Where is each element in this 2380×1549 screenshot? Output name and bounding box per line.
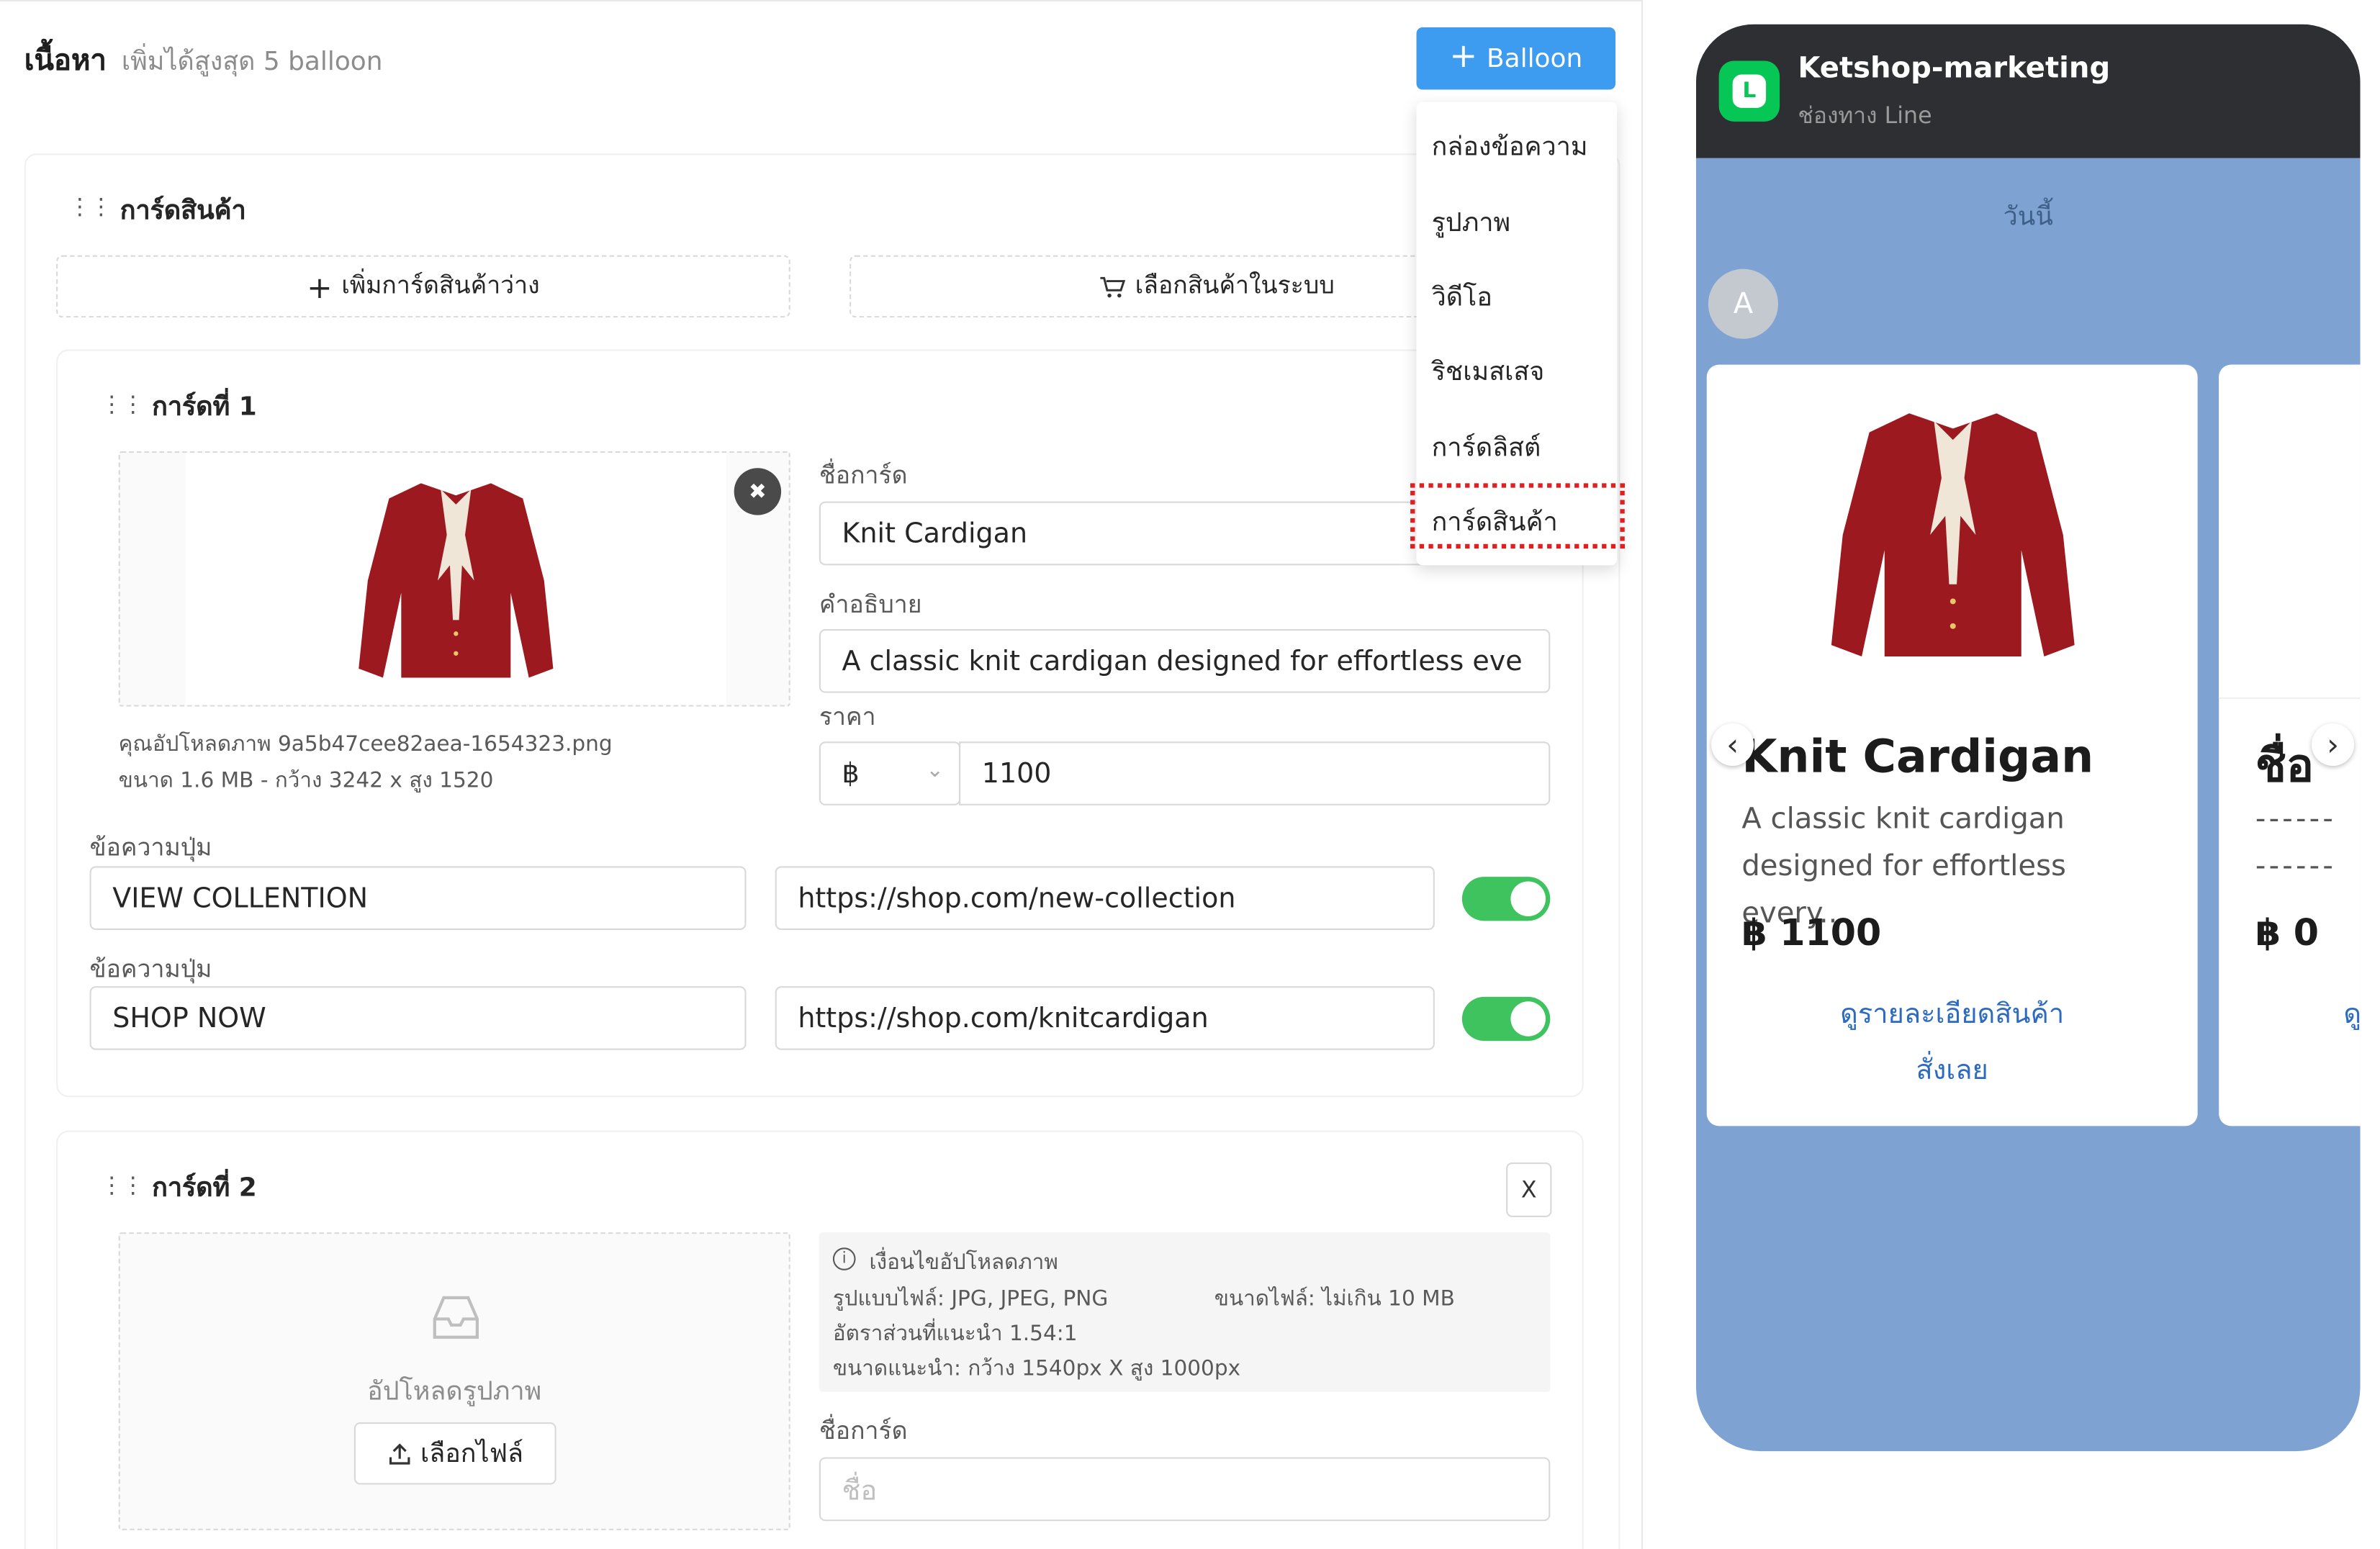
button-text-input-1[interactable]: VIEW COLLENTION	[89, 866, 747, 930]
button-url-input-1[interactable]: https://shop.com/new-collection	[775, 866, 1435, 930]
button-text-label-2: ข้อความปุ่ม	[89, 954, 212, 983]
card-2-upload-box[interactable]: อัปโหลดรูปภาพ เลือกไฟล์	[118, 1232, 790, 1530]
plus-icon: +	[307, 268, 333, 305]
cart-icon	[1100, 276, 1125, 297]
preview-card-2-image	[2219, 364, 2361, 700]
preview-card-1: Knit Cardigan A classic knit cardigan de…	[1706, 364, 2198, 1126]
card-1-upload-size: ขนาด 1.6 MB - กว้าง 3242 x สูง 1520	[118, 769, 494, 793]
carousel-prev-icon[interactable]: ‹	[1711, 723, 1754, 766]
card-1-image	[185, 453, 727, 705]
card-2-title: การ์ดที่ 2	[152, 1173, 257, 1203]
button-1-toggle[interactable]	[1461, 877, 1551, 921]
dropdown-item-rich-message[interactable]: ริชเมสเสจ	[1432, 351, 1545, 392]
info-icon: i	[832, 1247, 856, 1270]
upload-image-label: อัปโหลดรูปภาพ	[367, 1376, 542, 1407]
line-logo-icon: L	[1718, 60, 1780, 122]
dropdown-item-video[interactable]: วิดีโอ	[1432, 276, 1492, 317]
preview-card-1-name: Knit Cardigan	[1741, 731, 2094, 785]
select-product-label: เลือกสินค้าในระบบ	[1135, 270, 1335, 299]
cond-dims: ขนาดแนะนำ: กว้าง 1540px X สูง 1000px	[832, 1357, 1241, 1381]
currency-select[interactable]: ฿ ⌄	[819, 741, 961, 805]
drag-handle-icon[interactable]: ⋮⋮	[100, 1174, 144, 1198]
date-separator: วันนี้	[2003, 202, 2053, 232]
page-title: เนื้อหา	[24, 44, 107, 78]
card-1-title: การ์ดที่ 1	[152, 392, 257, 423]
avatar: A	[1708, 268, 1778, 339]
dropdown-item-card-list[interactable]: การ์ดลิสต์	[1432, 427, 1541, 468]
add-balloon-button[interactable]: + Balloon	[1416, 27, 1616, 90]
line-preview: L Ketshop-marketing ช่องทาง Line วันนี้ …	[1695, 24, 2361, 1452]
choose-file-button[interactable]: เลือกไฟล์	[353, 1422, 556, 1485]
dropdown-item-image[interactable]: รูปภาพ	[1432, 202, 1511, 243]
remove-image-icon[interactable]: ✖	[734, 468, 782, 515]
card-2-close-button[interactable]: X	[1506, 1162, 1552, 1217]
account-name: Ketshop-marketing	[1798, 51, 2111, 86]
drag-handle-icon[interactable]: ⋮⋮	[100, 393, 144, 417]
page-subtitle: เพิ่มได้สูงสุด 5 balloon	[121, 47, 383, 78]
cond-size: ขนาดไฟล์: ไม่เกิน 10 MB	[1214, 1287, 1455, 1311]
preview-card-1-link-1[interactable]: ดูรายละเอียดสินค้า	[1707, 990, 2198, 1034]
preview-card-2-name: ชื่อ	[2255, 740, 2314, 793]
card-1-price-input[interactable]: 1100	[959, 741, 1551, 805]
carousel-next-icon[interactable]: ›	[2311, 723, 2355, 766]
button-text-input-2[interactable]: SHOP NOW	[89, 986, 747, 1050]
add-blank-card-label: เพิ่มการ์ดสินค้าว่าง	[341, 270, 540, 299]
dropdown-item-textbox[interactable]: กล่องข้อความ	[1432, 126, 1588, 167]
card-1-desc-label: คำอธิบาย	[819, 590, 922, 619]
chevron-down-icon: ⌄	[926, 758, 944, 783]
card-2-name-label: ชื่อการ์ด	[819, 1416, 908, 1445]
drag-handle-icon[interactable]: ⋮⋮	[68, 195, 112, 219]
highlight-annotation	[1410, 483, 1625, 549]
button-2-toggle[interactable]	[1461, 996, 1551, 1042]
add-balloon-label: Balloon	[1486, 43, 1583, 74]
button-url-input-2[interactable]: https://shop.com/knitcardigan	[775, 986, 1435, 1050]
currency-value: ฿	[842, 757, 860, 790]
line-logo-letter: L	[1732, 74, 1767, 108]
preview-card-1-price: ฿ 1100	[1741, 911, 1882, 954]
cond-ratio: อัตราส่วนที่แนะนำ 1.54:1	[832, 1322, 1078, 1347]
preview-card-2-link[interactable]: ดู	[2343, 990, 2360, 1034]
card-1-name-label: ชื่อการ์ด	[819, 460, 908, 489]
section-title: การ์ดสินค้า	[120, 196, 246, 227]
choose-file-label: เลือกไฟล์	[420, 1439, 523, 1470]
preview-header	[1695, 24, 2361, 158]
upload-icon	[389, 1442, 410, 1464]
cond-title: เงื่อนไขอัปโหลดภาพ	[869, 1250, 1058, 1275]
preview-card-2-price: ฿ 0	[2255, 911, 2320, 954]
button-text-label-1: ข้อความปุ่ม	[89, 832, 212, 862]
card-2-name-input[interactable]: ชื่อ	[819, 1457, 1551, 1522]
cardigan-image	[359, 483, 554, 678]
preview-card-2-desc-2: ------	[2255, 849, 2337, 883]
plus-icon: +	[1449, 37, 1478, 76]
preview-card-2-desc-1: ------	[2255, 802, 2337, 836]
preview-card-1-link-2[interactable]: สั่งเลย	[1707, 1047, 2198, 1091]
channel-label: ช่องทาง Line	[1798, 101, 1932, 130]
add-blank-card-button[interactable]: + เพิ่มการ์ดสินค้าว่าง	[56, 255, 790, 318]
inbox-icon	[433, 1296, 479, 1339]
cond-format: รูปแบบไฟล์: JPG, JPEG, PNG	[832, 1287, 1109, 1311]
card-1-upload-info: คุณอัปโหลดภาพ 9a5b47cee82aea-1654323.png	[118, 732, 613, 757]
card-1-image-box[interactable]: ✖	[118, 451, 790, 707]
card-1-desc-input[interactable]: A classic knit cardigan designed for eff…	[819, 628, 1551, 693]
cardigan-image	[1831, 413, 2075, 656]
card-1-price-label: ราคา	[819, 702, 876, 731]
upload-conditions: i เงื่อนไขอัปโหลดภาพ รูปแบบไฟล์: JPG, JP…	[819, 1232, 1551, 1392]
editor-panel: เนื้อหา เพิ่มได้สูงสุด 5 balloon + Ballo…	[0, 0, 1644, 1549]
